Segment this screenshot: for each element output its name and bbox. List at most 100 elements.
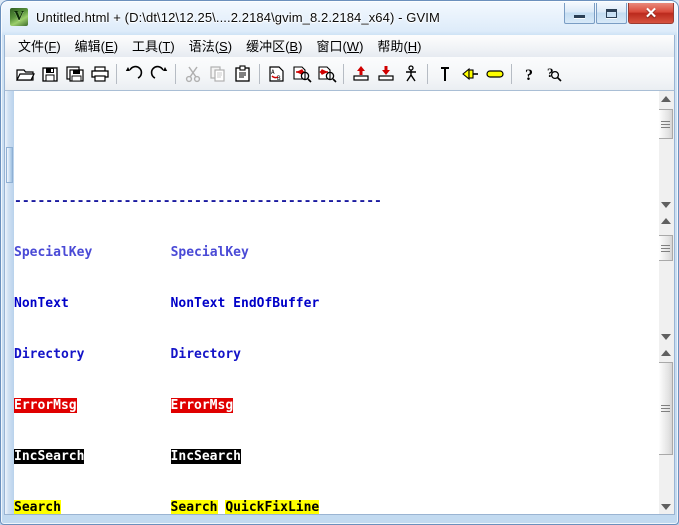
gvim-application-window: V Untitled.html + (D:\dt\12\12.25\....2.… — [0, 0, 679, 525]
left-scrollbar-thumb[interactable] — [6, 147, 13, 183]
maximize-icon — [606, 8, 617, 18]
menu-accel-syntax: S — [219, 39, 228, 54]
menu-label-syntax: 语法 — [188, 39, 215, 54]
save-file-button[interactable] — [37, 61, 62, 87]
copy-icon — [208, 65, 228, 83]
text-line: IncSearch IncSearch — [14, 448, 659, 465]
text-span-search: Search — [14, 500, 61, 515]
menu-accel-edit: E — [105, 39, 114, 54]
menu-item-edit[interactable]: 编辑(E) — [68, 34, 125, 58]
text-span-directory: Directory — [170, 347, 241, 362]
text-span-search: Search — [170, 500, 218, 515]
text-span-errormsg: ErrorMsg — [170, 398, 234, 413]
text-line: ----------------------------------------… — [14, 193, 659, 210]
svg-text:B: B — [277, 75, 281, 82]
redo-button[interactable] — [146, 61, 171, 87]
toolbar-separator-3 — [255, 63, 264, 85]
text-span-normal — [225, 296, 233, 311]
toolbar-separator-5 — [423, 63, 432, 85]
text-line: ErrorMsg ErrorMsg — [14, 397, 659, 414]
menu-item-syntax[interactable]: 语法(S) — [182, 34, 239, 58]
menu-item-file[interactable]: 文件(F) — [11, 34, 68, 58]
menu-item-help[interactable]: 帮助(H) — [370, 34, 428, 58]
text-grid[interactable]: ----------------------------------------… — [14, 91, 659, 515]
scrollbar2-up-arrow[interactable] — [657, 213, 674, 229]
undo-icon — [124, 65, 144, 83]
undo-button[interactable] — [121, 61, 146, 87]
scrollbar3-down-arrow[interactable] — [657, 499, 674, 514]
toolbar: A B ? ? — [4, 57, 675, 91]
close-icon: ✕ — [644, 4, 658, 22]
text-span-dash: ----------------------------------------… — [14, 194, 382, 209]
scrollbar2-down-arrow[interactable] — [657, 329, 674, 345]
paste-icon — [233, 64, 253, 83]
text-span-nontext: EndOfBuffer — [233, 296, 320, 311]
save-all-button[interactable] — [62, 61, 87, 87]
find-next-button[interactable] — [289, 61, 314, 87]
load-session-icon — [351, 65, 371, 83]
text-line: Search Search QuickFixLine — [14, 499, 659, 515]
menu-accel-tools: T — [162, 39, 171, 54]
gvim-logo-icon: V — [9, 7, 29, 27]
menu-item-window[interactable]: 窗口(W) — [309, 34, 370, 58]
load-session-button[interactable] — [348, 61, 373, 87]
build-tags-button[interactable] — [432, 61, 457, 87]
text-span-directory: Directory — [14, 347, 85, 362]
svg-text:A: A — [271, 69, 275, 76]
help-button[interactable]: ? — [516, 61, 541, 87]
find-replace-button[interactable]: A B — [264, 61, 289, 87]
print-icon — [90, 65, 110, 83]
paste-button[interactable] — [230, 61, 255, 87]
text-span-nontext: NonText — [14, 296, 69, 311]
jump-tag-icon — [460, 65, 480, 83]
scrollbar3-thumb[interactable] — [658, 362, 673, 455]
scrollbar1-down-arrow[interactable] — [657, 197, 674, 213]
scrollbar2-thumb[interactable] — [658, 235, 673, 261]
minimize-icon — [574, 14, 585, 18]
print-button[interactable] — [87, 61, 112, 87]
vim-window-1[interactable]: ----------------------------------------… — [14, 159, 659, 515]
run-script-button[interactable] — [398, 61, 423, 87]
text-span-quickfix: QuickFixLine — [225, 500, 320, 515]
scrollbar1-thumb[interactable] — [658, 109, 673, 139]
menu-label-tools: 工具 — [132, 39, 159, 54]
toolbar-separator-4 — [339, 63, 348, 85]
left-scrollbar[interactable] — [5, 91, 14, 514]
maximize-button[interactable] — [596, 3, 627, 24]
svg-text:?: ? — [525, 67, 533, 83]
text-span-normal — [84, 347, 170, 362]
find-prev-icon — [317, 65, 337, 83]
find-replace-icon: A B — [267, 65, 287, 83]
help-icon: ? — [519, 65, 539, 83]
scrollbar3-up-arrow[interactable] — [657, 345, 674, 361]
menu-item-buffers[interactable]: 缓冲区(B) — [239, 34, 309, 58]
save-file-icon — [40, 65, 60, 83]
title-bar[interactable]: V Untitled.html + (D:\dt\12\12.25\....2.… — [1, 1, 678, 33]
run-script-icon — [401, 64, 421, 83]
cut-button[interactable] — [180, 61, 205, 87]
toolbar-separator-2 — [171, 63, 180, 85]
minimize-button[interactable] — [564, 3, 595, 24]
toolbar-separator-6 — [507, 63, 516, 85]
find-prev-button[interactable] — [314, 61, 339, 87]
right-scrollbar-group — [656, 91, 674, 514]
help-search-button[interactable]: ? — [541, 61, 566, 87]
choose-color-icon — [485, 65, 505, 83]
scrollbar1-up-arrow[interactable] — [657, 91, 674, 107]
menu-label-file: 文件 — [18, 39, 45, 54]
text-span-specialkey: SpecialKey — [170, 245, 249, 260]
help-search-icon: ? — [544, 65, 564, 83]
jump-tag-button[interactable] — [457, 61, 482, 87]
text-line: NonText NonText EndOfBuffer — [14, 295, 659, 312]
menu-label-window: 窗口 — [316, 39, 343, 54]
save-session-button[interactable] — [373, 61, 398, 87]
choose-color-button[interactable] — [482, 61, 507, 87]
menu-bar: 文件(F) 编辑(E) 工具(T) 语法(S) 缓冲区(B) 窗口(W) 帮助(… — [4, 35, 675, 57]
copy-button[interactable] — [205, 61, 230, 87]
menu-item-tools[interactable]: 工具(T) — [125, 34, 182, 58]
menu-accel-window: W — [346, 39, 360, 54]
open-file-button[interactable] — [12, 61, 37, 87]
text-span-errormsg: ErrorMsg — [14, 398, 77, 413]
close-button[interactable]: ✕ — [628, 3, 674, 24]
gvim-logo-letter: V — [13, 9, 25, 24]
